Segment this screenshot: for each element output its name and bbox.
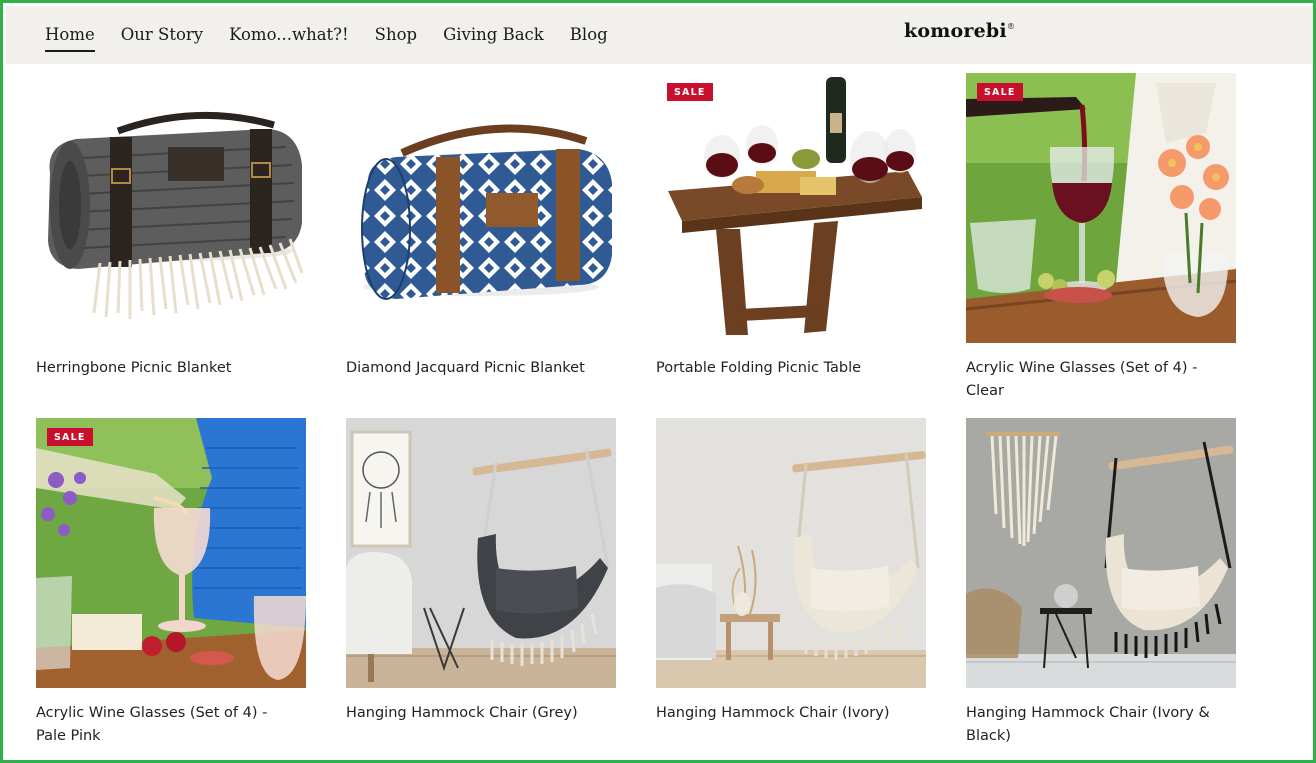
- product-image-herringbone-blanket[interactable]: [36, 73, 306, 343]
- nav-shop[interactable]: Shop: [375, 25, 417, 46]
- registered-mark: ®: [1006, 22, 1016, 31]
- product-title[interactable]: Herringbone Picnic Blanket: [36, 357, 301, 380]
- product-title[interactable]: Hanging Hammock Chair (Grey): [346, 702, 611, 725]
- nav-giving-back[interactable]: Giving Back: [443, 25, 544, 46]
- brand-logo-text: komorebi: [904, 20, 1007, 42]
- product-title[interactable]: Diamond Jacquard Picnic Blanket: [346, 357, 611, 380]
- product-image-ivory-hammock[interactable]: [656, 418, 926, 688]
- product-title[interactable]: Hanging Hammock Chair (Ivory & Black): [966, 702, 1231, 748]
- site-header: Home Our Story Komo...what?! Shop Giving…: [6, 6, 1313, 64]
- brand-logo[interactable]: komorebi®: [904, 20, 1015, 42]
- product-title[interactable]: Hanging Hammock Chair (Ivory): [656, 702, 921, 725]
- sale-badge: SALE: [977, 83, 1023, 101]
- product-title[interactable]: Acrylic Wine Glasses (Set of 4) - Clear: [966, 357, 1231, 403]
- nav-our-story[interactable]: Our Story: [121, 25, 203, 46]
- nav-blog[interactable]: Blog: [570, 25, 608, 46]
- main-nav: Home Our Story Komo...what?! Shop Giving…: [45, 6, 634, 64]
- sale-badge: SALE: [667, 83, 713, 101]
- product-image-pink-glasses[interactable]: SALE: [36, 418, 306, 688]
- nav-home[interactable]: Home: [45, 25, 95, 52]
- product-image-diamond-blanket[interactable]: [346, 73, 616, 343]
- nav-komo-what[interactable]: Komo...what?!: [229, 25, 349, 46]
- product-title[interactable]: Acrylic Wine Glasses (Set of 4) - Pale P…: [36, 702, 301, 748]
- product-image-ivory-black-hammock[interactable]: [966, 418, 1236, 688]
- product-image-folding-table[interactable]: SALE: [656, 73, 926, 343]
- sale-badge: SALE: [47, 428, 93, 446]
- product-title[interactable]: Portable Folding Picnic Table: [656, 357, 921, 380]
- page-frame: Home Our Story Komo...what?! Shop Giving…: [0, 0, 1316, 763]
- product-image-grey-hammock[interactable]: [346, 418, 616, 688]
- product-image-clear-glasses[interactable]: SALE: [966, 73, 1236, 343]
